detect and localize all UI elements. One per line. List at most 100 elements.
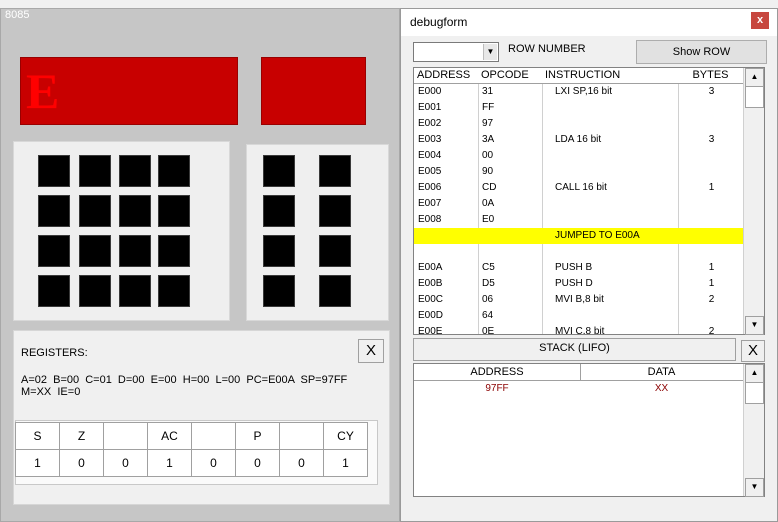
trainer-window-title: 8085 (5, 9, 30, 21)
keypad-key[interactable] (79, 195, 111, 227)
scroll-thumb[interactable] (745, 86, 764, 108)
registers-close-button[interactable]: X (358, 339, 384, 363)
keypad-key[interactable] (38, 235, 70, 267)
cell-bytes (680, 100, 743, 116)
function-keypad (246, 144, 389, 321)
cell-instruction: PUSH B (555, 262, 593, 273)
flag-header (279, 422, 324, 450)
show-row-button[interactable]: Show ROW (636, 40, 767, 64)
cell-bytes (680, 148, 743, 164)
function-key[interactable] (319, 275, 351, 307)
cell-instruction (555, 164, 685, 180)
keypad-key[interactable] (158, 235, 190, 267)
top-strip (0, 0, 778, 8)
row-number-label: ROW NUMBER (508, 43, 586, 55)
cell-instruction (555, 100, 685, 116)
function-key[interactable] (263, 155, 295, 187)
table-row[interactable]: E00B D5 PUSH D 1 (414, 276, 743, 292)
cell-opcode: 97 (482, 118, 494, 129)
keypad-key[interactable] (158, 275, 190, 307)
cell-bytes (680, 196, 743, 212)
cell-address: E005 (418, 166, 442, 177)
keypad-key[interactable] (119, 235, 151, 267)
function-key[interactable] (263, 235, 295, 267)
stack-title-bar: STACK (LIFO) (413, 338, 736, 361)
table-row[interactable]: E00D 64 (414, 308, 743, 324)
cell-bytes (680, 164, 743, 180)
table-row[interactable]: E006 CD CALL 16 bit 1 (414, 180, 743, 196)
function-key[interactable] (319, 235, 351, 267)
table-row[interactable]: E00E 0E MVI C,8 bit 2 (414, 324, 743, 334)
scroll-up-icon[interactable]: ▲ (745, 68, 764, 87)
flags-table: S Z AC P CY 1 0 0 1 0 0 0 1 (15, 422, 368, 477)
cell-instruction (555, 212, 685, 228)
stack-close-button[interactable]: X (741, 340, 765, 362)
keypad-key[interactable] (158, 195, 190, 227)
highlighted-row[interactable]: JUMPED TO E00A (414, 228, 743, 244)
flag-value: 0 (103, 449, 148, 477)
stack-row[interactable]: 97FF XX (414, 381, 743, 397)
scroll-down-icon[interactable]: ▼ (745, 478, 764, 497)
function-key[interactable] (263, 195, 295, 227)
table-row[interactable]: E000 31 LXI SP,16 bit 3 (414, 84, 743, 100)
function-key[interactable] (319, 155, 351, 187)
stack-cell-data: XX (654, 383, 669, 394)
table-row[interactable]: E005 90 (414, 164, 743, 180)
table-row[interactable]: E003 3A LDA 16 bit 3 (414, 132, 743, 148)
function-key[interactable] (263, 275, 295, 307)
flag-value: 0 (59, 449, 104, 477)
cell-instruction (555, 244, 685, 260)
cell-address: E00A (418, 262, 443, 273)
stack-header-data[interactable]: DATA (580, 364, 744, 381)
stack-cell-address: 97FF (485, 383, 509, 394)
stack-header-address[interactable]: ADDRESS (414, 364, 581, 381)
flags-value-row: 1 0 0 1 0 0 0 1 (15, 449, 368, 477)
scroll-down-icon[interactable]: ▼ (745, 316, 764, 335)
window-close-button[interactable]: x (751, 12, 769, 29)
cell-bytes: 3 (708, 134, 715, 145)
cell-address (418, 244, 478, 260)
data-display (261, 57, 366, 125)
keypad-key[interactable] (79, 235, 111, 267)
column-header-address[interactable]: ADDRESS (414, 68, 482, 84)
cell-bytes: 1 (708, 182, 715, 193)
table-row[interactable]: E008 E0 (414, 212, 743, 228)
column-header-opcode[interactable]: OPCODE (478, 68, 546, 84)
cell-address: E007 (418, 198, 442, 209)
cell-instruction (555, 308, 685, 324)
cell-address: E008 (418, 214, 442, 225)
stack-scrollbar[interactable]: ▲ ▼ (743, 364, 764, 497)
table-row[interactable]: E001 FF (414, 100, 743, 116)
flag-value: 0 (279, 449, 324, 477)
column-header-instruction[interactable]: INSTRUCTION (542, 68, 682, 84)
keypad-key[interactable] (119, 155, 151, 187)
keypad-key[interactable] (38, 195, 70, 227)
scroll-thumb[interactable] (745, 382, 764, 404)
keypad-key[interactable] (119, 195, 151, 227)
keypad-key[interactable] (79, 275, 111, 307)
memory-ie-values: M=XX IE=0 (21, 386, 81, 398)
cell-address: E002 (418, 118, 442, 129)
keypad-key[interactable] (38, 155, 70, 187)
keypad-key[interactable] (119, 275, 151, 307)
table-row[interactable]: E007 0A (414, 196, 743, 212)
cell-bytes: 1 (708, 278, 715, 289)
keypad-key[interactable] (79, 155, 111, 187)
instruction-scrollbar[interactable]: ▲ ▼ (743, 68, 764, 335)
flag-value: 1 (147, 449, 192, 477)
keypad-key[interactable] (38, 275, 70, 307)
function-key[interactable] (319, 195, 351, 227)
table-row[interactable]: E00C 06 MVI B,8 bit 2 (414, 292, 743, 308)
table-row[interactable] (414, 244, 743, 260)
table-row[interactable]: E00A C5 PUSH B 1 (414, 260, 743, 276)
column-header-bytes[interactable]: BYTES (678, 68, 744, 84)
cell-instruction: PUSH D (555, 278, 593, 289)
scroll-up-icon[interactable]: ▲ (745, 364, 764, 383)
registers-title: REGISTERS: (21, 347, 88, 359)
chevron-down-icon[interactable]: ▼ (483, 44, 497, 60)
cell-address: E003 (418, 134, 442, 145)
table-row[interactable]: E002 97 (414, 116, 743, 132)
keypad-key[interactable] (158, 155, 190, 187)
flag-header: CY (323, 422, 368, 450)
table-row[interactable]: E004 00 (414, 148, 743, 164)
